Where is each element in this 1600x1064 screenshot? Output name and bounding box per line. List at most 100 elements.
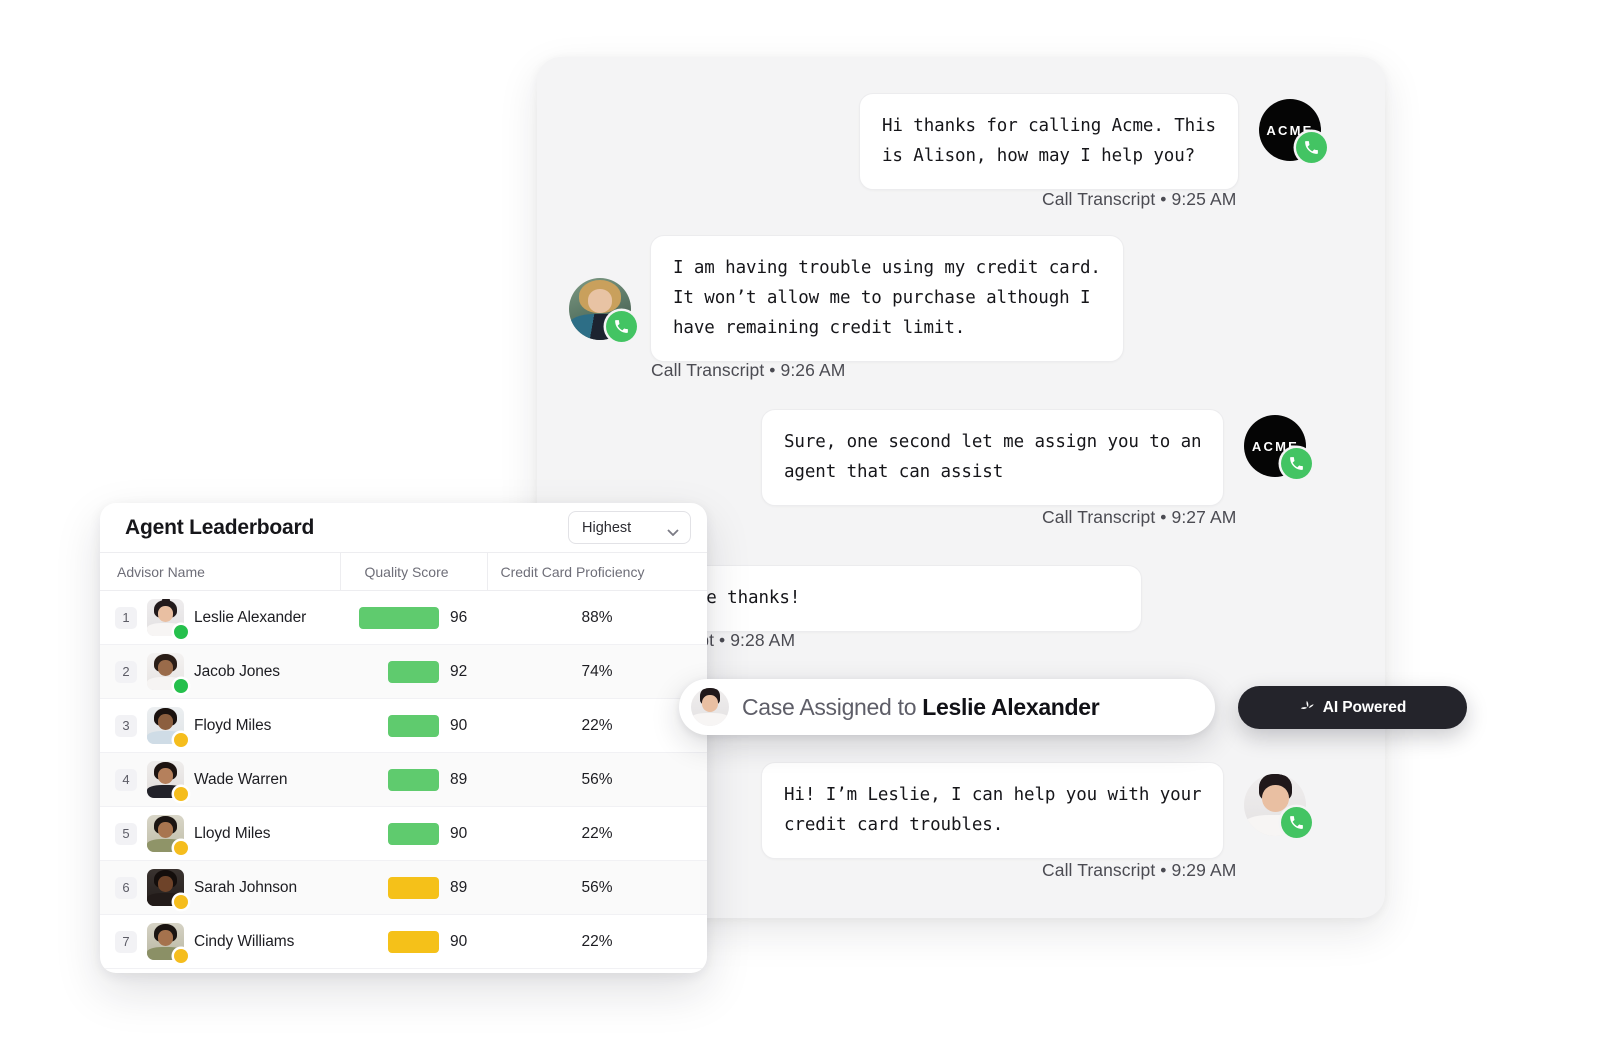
cell-advisor-name: 2 Jacob Jones: [100, 644, 340, 699]
avatar-leslie-small: [691, 688, 729, 726]
avatar-acme: ACME: [1258, 99, 1327, 163]
ai-powered-label: AI Powered: [1322, 698, 1407, 716]
table-row[interactable]: 2 Jacob Jones 92 74%: [100, 644, 707, 699]
screenshot-stage: Hi thanks for calling Acme. This is Alis…: [0, 0, 1600, 1064]
avatar: [147, 923, 188, 963]
avatar: [147, 653, 188, 693]
cell-quality-score: 89: [340, 860, 487, 915]
quality-bar: [388, 876, 439, 899]
table-row[interactable]: 1 Leslie Alexander 96 88%: [100, 590, 707, 645]
table-row[interactable]: 4 Wade Warren 89 56%: [100, 752, 707, 807]
phone-icon: [1295, 132, 1327, 163]
quality-score-value: 92: [450, 662, 468, 680]
case-assigned-prefix: Case Assigned to: [742, 693, 923, 720]
quality-bar: [388, 930, 439, 953]
phone-icon: [606, 311, 637, 342]
ai-powered-badge[interactable]: AI Powered: [1238, 686, 1467, 729]
table-row[interactable]: 3 Floyd Miles 90 22%: [100, 698, 707, 753]
avatar-acme: ACME: [1244, 415, 1313, 479]
cell-advisor-name: 7 Cindy Williams: [100, 914, 340, 969]
table-row[interactable]: 6 Sarah Johnson 89 56%: [100, 860, 707, 915]
quality-bar-track: [354, 876, 439, 899]
advisor-name: Floyd Miles: [194, 716, 272, 734]
cell-credit-card-proficiency: 22%: [487, 914, 707, 969]
cell-advisor-name: 3 Floyd Miles: [100, 698, 340, 753]
cell-credit-card-proficiency: 22%: [487, 698, 707, 753]
rank-badge: 5: [115, 822, 137, 845]
quality-bar: [388, 822, 439, 845]
phone-icon: [1281, 448, 1313, 479]
rank-badge: 7: [115, 930, 137, 953]
advisor-name: Sarah Johnson: [194, 878, 297, 896]
message-meta-3: Call Transcript • 9:27 AM: [1042, 507, 1237, 527]
avatar: [147, 815, 188, 855]
advisor-name: Jacob Jones: [194, 662, 280, 680]
agent-leaderboard-card: Agent Leaderboard Highest Advisor Name Q…: [100, 503, 707, 973]
column-header-advisor-name: Advisor Name: [100, 552, 340, 591]
cell-quality-score: 90: [340, 698, 487, 753]
avatar-customer: [569, 278, 637, 342]
status-dot: [174, 733, 188, 747]
status-dot: [174, 841, 188, 855]
message-meta-5: Call Transcript • 9:29 AM: [1042, 860, 1237, 880]
cell-credit-card-proficiency: 22%: [487, 806, 707, 861]
quality-bar: [388, 660, 439, 683]
quality-bar: [359, 606, 439, 629]
quality-bar-track: [354, 606, 439, 629]
quality-score-value: 89: [450, 878, 468, 896]
status-dot: [174, 949, 188, 963]
quality-score-value: 96: [450, 608, 468, 626]
message-bubble: Hi thanks for calling Acme. This is Alis…: [859, 93, 1239, 191]
avatar: [147, 761, 188, 801]
sparkle-icon: [1299, 699, 1316, 716]
table-row[interactable]: 5 Lloyd Miles 90 22%: [100, 806, 707, 861]
status-dot: [174, 787, 188, 801]
chat-message-2: I am having trouble using my credit card…: [569, 235, 1124, 363]
leaderboard-table: Advisor Name Quality Score Credit Card P…: [100, 552, 707, 969]
phone-icon: [1281, 807, 1313, 838]
quality-bar: [388, 768, 439, 791]
table-row[interactable]: 7 Cindy Williams 90 22%: [100, 914, 707, 969]
cell-quality-score: 89: [340, 752, 487, 807]
advisor-name: Cindy Williams: [194, 932, 295, 950]
quality-score-value: 90: [450, 824, 468, 842]
quality-bar-track: [354, 714, 439, 737]
avatar: [147, 707, 188, 747]
rank-badge: 1: [115, 606, 137, 629]
table-body: 1 Leslie Alexander 96 88% 2 Jacob Jones 92 74% 3…: [100, 590, 707, 969]
rank-badge: 3: [115, 714, 137, 737]
avatar: [147, 599, 188, 639]
status-dot: [174, 625, 188, 639]
cell-quality-score: 92: [340, 644, 487, 699]
sort-dropdown[interactable]: Highest: [568, 511, 691, 544]
advisor-name: Wade Warren: [194, 770, 288, 788]
status-dot: [174, 679, 188, 693]
rank-badge: 6: [115, 876, 137, 899]
column-header-quality-score: Quality Score: [339, 552, 487, 591]
cell-quality-score: 90: [340, 806, 487, 861]
advisor-name: Leslie Alexander: [194, 608, 307, 626]
cell-advisor-name: 6 Sarah Johnson: [100, 860, 340, 915]
sort-dropdown-value: Highest: [582, 519, 632, 536]
cell-advisor-name: 4 Wade Warren: [100, 752, 340, 807]
quality-bar-track: [354, 768, 439, 791]
quality-bar-track: [354, 822, 439, 845]
table-header: Advisor Name Quality Score Credit Card P…: [100, 552, 707, 591]
chat-message-4: some thanks!: [652, 565, 1142, 633]
rank-badge: 4: [115, 768, 137, 791]
case-assigned-banner: Case Assigned to Leslie Alexander: [679, 679, 1215, 735]
cell-quality-score: 90: [340, 914, 487, 969]
quality-bar: [388, 714, 439, 737]
message-meta-2: Call Transcript • 9:26 AM: [651, 360, 846, 380]
chat-message-1: Hi thanks for calling Acme. This is Alis…: [859, 93, 1327, 191]
quality-score-value: 90: [450, 932, 468, 950]
cell-credit-card-proficiency: 74%: [487, 644, 707, 699]
message-bubble: Hi! I’m Leslie, I can help you with your…: [761, 762, 1225, 860]
chat-message-5: Hi! I’m Leslie, I can help you with your…: [761, 762, 1313, 860]
case-assigned-agent-name: Leslie Alexander: [922, 693, 1100, 720]
leaderboard-header: Agent Leaderboard Highest: [100, 503, 707, 552]
advisor-name: Lloyd Miles: [194, 824, 271, 842]
cell-credit-card-proficiency: 88%: [487, 590, 707, 645]
cell-advisor-name: 5 Lloyd Miles: [100, 806, 340, 861]
case-assigned-text: Case Assigned to Leslie Alexander: [742, 693, 1100, 721]
